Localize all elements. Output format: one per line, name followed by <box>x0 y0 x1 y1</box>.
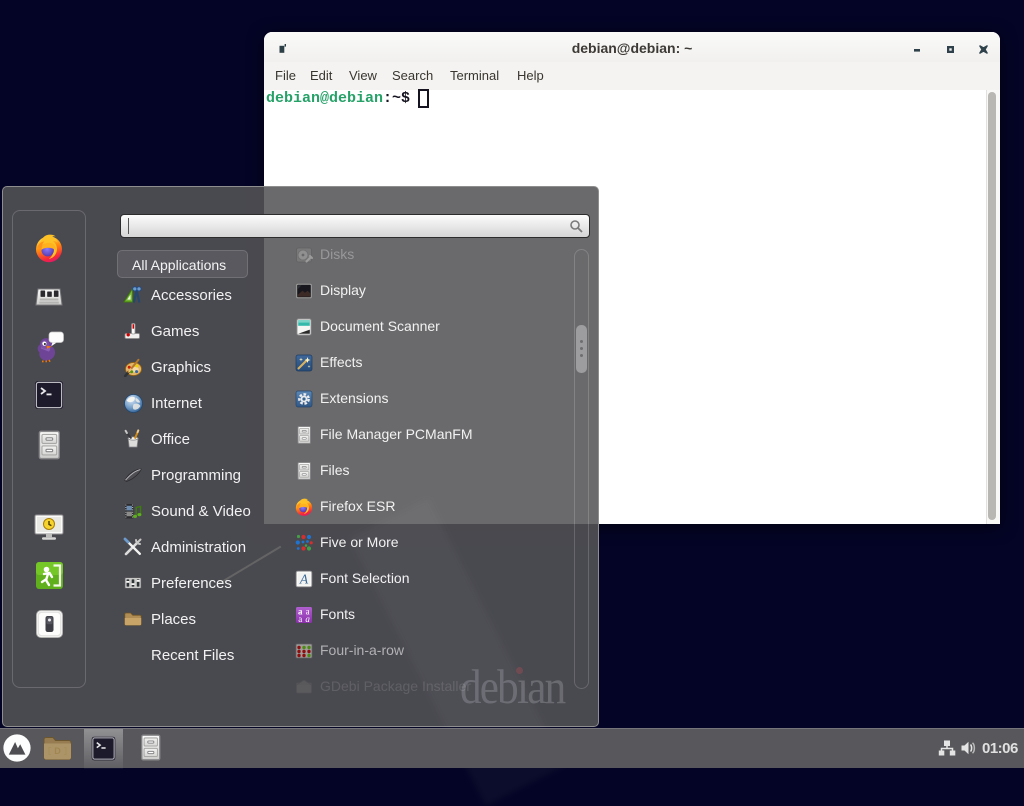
svg-text:D: D <box>54 746 61 756</box>
svg-text:a: a <box>298 614 302 624</box>
svg-text:A: A <box>299 571 309 586</box>
svg-text:a: a <box>305 614 310 624</box>
